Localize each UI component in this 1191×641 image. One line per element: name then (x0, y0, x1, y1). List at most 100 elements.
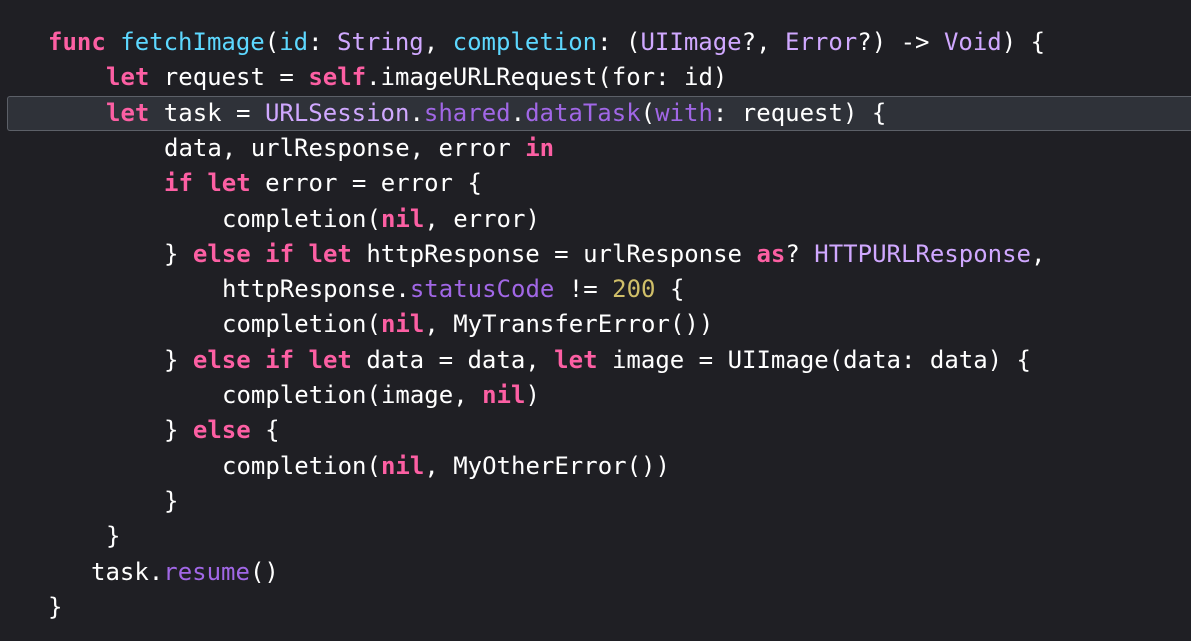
code-token: else (192, 345, 251, 374)
code-token: let (308, 345, 352, 374)
code-token: Void (943, 28, 1002, 56)
code-token: : (308, 28, 338, 56)
code-line[interactable]: } else if let httpResponse = urlResponse… (0, 237, 1191, 272)
code-token: ? (785, 239, 815, 268)
code-token: as (756, 239, 786, 268)
code-token: let (106, 98, 150, 127)
code-token: let (106, 63, 150, 92)
code-token: ?) -> (857, 28, 944, 56)
code-line[interactable]: let task = URLSession.shared.dataTask(wi… (7, 95, 1191, 131)
code-token: nil (482, 381, 526, 409)
code-token: ?, (741, 28, 785, 56)
code-token: else (192, 416, 251, 445)
code-token: URLSession (264, 98, 410, 127)
code-line[interactable]: let request = self.imageURLRequest(for: … (0, 60, 1191, 95)
code-token: } (164, 486, 179, 515)
code-token: in (525, 133, 555, 162)
code-line-text: func fetchImage(id: String, completion: … (48, 25, 1045, 60)
code-line-text: } else { (164, 413, 280, 448)
code-token: } (106, 522, 121, 551)
code-editor[interactable]: func fetchImage(id: String, completion: … (0, 0, 1191, 641)
code-token: { (250, 416, 280, 445)
code-token: image = UIImage(data: data) { (597, 345, 1032, 374)
code-line[interactable]: completion(nil, MyTransferError()) (0, 307, 1191, 342)
code-line[interactable]: completion(image, nil) (0, 378, 1191, 413)
code-line[interactable]: data, urlResponse, error in (0, 131, 1191, 166)
code-token: .imageURLRequest(for: id) (366, 63, 728, 92)
code-line-text: } (48, 590, 62, 625)
code-token: } (48, 592, 63, 621)
code-token: completion (452, 28, 598, 56)
code-line-text: completion(nil, error) (222, 202, 540, 237)
code-line[interactable]: func fetchImage(id: String, completion: … (0, 25, 1191, 60)
code-token: error = error { (250, 169, 482, 198)
code-token: ) { (1001, 28, 1046, 56)
code-token: : ( (597, 28, 641, 56)
code-line[interactable]: } else if let data = data, let image = U… (0, 343, 1191, 378)
code-token: , error) (424, 204, 540, 233)
code-token: Error (785, 28, 858, 56)
code-token: String (337, 28, 424, 56)
code-token: , (1031, 239, 1046, 268)
code-line[interactable]: if let error = error { (0, 166, 1191, 201)
code-line-text: completion(image, nil) (222, 378, 540, 413)
code-token: } (164, 239, 193, 268)
code-token: ( (264, 28, 280, 56)
code-token: . (409, 98, 424, 127)
code-token: nil (380, 451, 425, 480)
code-line[interactable]: completion(nil, error) (0, 202, 1191, 237)
code-token: nil (380, 310, 425, 339)
code-line-text: completion(nil, MyOtherError()) (222, 449, 670, 484)
code-line-text: task.resume() (91, 555, 279, 590)
code-token: task. (91, 557, 164, 586)
code-token: else (192, 239, 251, 268)
code-line[interactable]: task.resume() (0, 555, 1191, 590)
code-line[interactable]: } (0, 519, 1191, 554)
code-token: ( (640, 98, 656, 127)
code-token: self (308, 63, 367, 92)
code-token: completion( (222, 204, 381, 233)
code-token: if (265, 345, 295, 374)
code-token: shared (423, 98, 511, 127)
code-line-text: } else if let httpResponse = urlResponse… (164, 237, 1045, 272)
code-token: dataTask (525, 98, 641, 127)
code-token: request = (149, 63, 309, 92)
code-token: func (48, 28, 106, 56)
code-token: resume (163, 557, 250, 586)
code-line[interactable]: } (0, 590, 1191, 625)
code-token: ) (525, 381, 540, 409)
code-token: . (510, 98, 526, 127)
code-line[interactable]: } else { (0, 413, 1191, 448)
code-token: with (655, 98, 713, 127)
code-token: let (308, 239, 352, 268)
code-line[interactable]: completion(nil, MyOtherError()) (0, 449, 1191, 484)
code-token: completion( (222, 310, 381, 339)
code-line-text: let request = self.imageURLRequest(for: … (106, 60, 727, 95)
code-line-text: } (106, 519, 120, 554)
code-token: , MyTransferError()) (424, 310, 714, 339)
code-token: httpResponse = urlResponse (351, 239, 757, 268)
code-token: data = data, (351, 345, 555, 374)
code-token: 200 (612, 275, 656, 304)
code-line-text: completion(nil, MyTransferError()) (222, 307, 713, 342)
code-token: data, urlResponse, error (164, 133, 526, 162)
code-line[interactable]: httpResponse.statusCode != 200 { (0, 272, 1191, 307)
code-token: id (279, 28, 309, 56)
code-line-text: httpResponse.statusCode != 200 { (222, 272, 684, 307)
code-token: fetchImage (120, 28, 265, 56)
code-token: } (164, 416, 193, 445)
code-line[interactable]: } (0, 484, 1191, 519)
code-line-text: } (164, 484, 178, 519)
code-token: task = (149, 98, 265, 127)
code-line-text: if let error = error { (164, 166, 482, 201)
code-line-text: data, urlResponse, error in (164, 131, 554, 166)
code-token: UIImage (640, 28, 742, 56)
code-token: if (265, 239, 295, 268)
code-token: completion( (222, 451, 381, 480)
code-token: httpResponse. (222, 275, 410, 304)
